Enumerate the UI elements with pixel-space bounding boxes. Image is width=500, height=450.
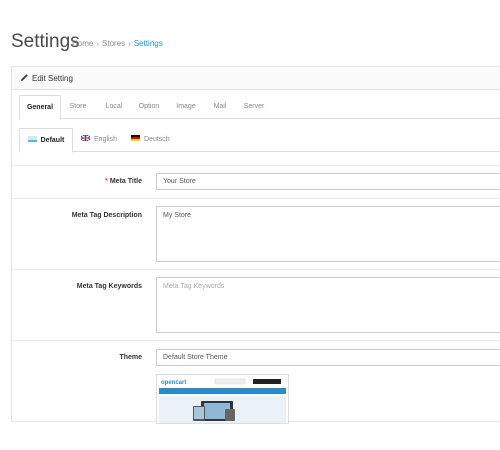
meta-description-label: Meta Tag Description	[71, 212, 142, 219]
default-flag-icon	[27, 136, 37, 143]
required-marker: *	[105, 178, 108, 185]
theme-preview-graphic: opencart	[157, 375, 288, 423]
language-tab-label: English	[94, 136, 117, 143]
language-tabs: Default English Deutsch	[19, 128, 500, 153]
settings-tabs: General Store Local Option Image Mail Se…	[19, 95, 500, 120]
pencil-icon	[20, 74, 28, 82]
language-tab-label: Default	[40, 137, 65, 144]
tab-image[interactable]: Image	[170, 95, 202, 118]
tab-store[interactable]: Store	[63, 95, 93, 118]
meta-description-textarea[interactable]: My Store	[156, 206, 500, 262]
meta-keywords-row: Meta Tag Keywords Meta Tag Keywords	[12, 269, 500, 340]
breadcrumb-separator: ›	[128, 39, 131, 48]
page-header: Settings Home › Stores › Settings	[0, 0, 500, 63]
tab-local[interactable]: Local	[99, 95, 129, 118]
breadcrumb-separator: ›	[96, 39, 100, 48]
meta-keywords-placeholder: Meta Tag Keywords	[163, 283, 225, 290]
meta-title-row: * Meta Title Your Store	[12, 165, 500, 198]
meta-title-label: * Meta Title	[105, 178, 142, 185]
breadcrumb: Home › Stores › Settings	[72, 39, 163, 48]
tab-mail[interactable]: Mail	[207, 95, 233, 118]
theme-preview-logo: opencart	[161, 380, 186, 386]
breadcrumb-settings[interactable]: Settings	[134, 39, 163, 48]
theme-preview-image: opencart	[156, 374, 289, 424]
language-tab-label: Deutsch	[144, 136, 170, 143]
uk-flag-icon	[81, 135, 90, 142]
edit-setting-panel: Edit Setting General Store Local Option …	[11, 66, 500, 424]
theme-label: Theme	[119, 354, 142, 361]
tab-general[interactable]: General	[19, 95, 61, 120]
theme-select[interactable]: Default Store Theme	[156, 349, 500, 366]
meta-description-row: Meta Tag Description My Store	[12, 198, 500, 269]
breadcrumb-home[interactable]: Home	[72, 39, 93, 48]
language-tab-default[interactable]: Default	[19, 128, 73, 153]
german-flag-icon	[131, 135, 140, 142]
meta-keywords-textarea[interactable]: Meta Tag Keywords	[156, 277, 500, 333]
tab-option[interactable]: Option	[133, 95, 165, 118]
language-tab-english[interactable]: English	[81, 128, 125, 151]
tab-server[interactable]: Server	[237, 95, 271, 118]
page-title: Settings	[11, 31, 80, 52]
language-tab-deutsch[interactable]: Deutsch	[131, 128, 181, 151]
meta-keywords-label: Meta Tag Keywords	[76, 283, 142, 290]
panel-heading: Edit Setting	[12, 67, 500, 90]
meta-title-input[interactable]: Your Store	[156, 173, 500, 190]
breadcrumb-stores[interactable]: Stores	[102, 39, 125, 48]
panel-title: Edit Setting	[32, 74, 73, 83]
